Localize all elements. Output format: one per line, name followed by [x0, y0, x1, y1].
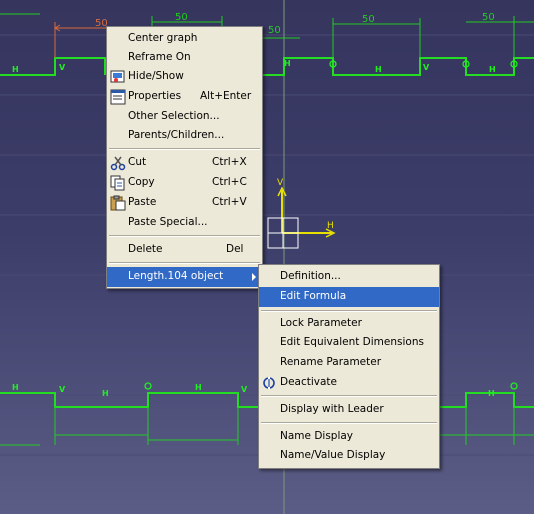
menu-separator [109, 148, 260, 150]
constraint-v: V [241, 385, 248, 394]
menu-separator [261, 422, 437, 424]
constraint-v: V [423, 63, 430, 72]
menu-item-label: Paste [128, 196, 157, 208]
v-axis-label: V [277, 178, 284, 188]
menu-separator [109, 235, 260, 237]
menu-item-label: Properties [128, 90, 182, 102]
menu-item-label: Edit Equivalent Dimensions [280, 336, 424, 348]
menu-item-label: Hide/Show [128, 70, 184, 82]
menu-item-paste-special[interactable]: Paste Special... [107, 213, 262, 233]
menu-item-label: Copy [128, 176, 155, 188]
constraint-h: H [102, 389, 109, 398]
menu-item-label: Definition... [280, 270, 341, 282]
menu-item-cut[interactable]: Cut Ctrl+X [107, 153, 262, 173]
menu-item-label: Cut [128, 156, 147, 168]
menu-separator [109, 262, 260, 264]
menu-separator [261, 395, 437, 397]
constraint-v: V [59, 63, 66, 72]
menu-item-label: Reframe On [128, 51, 191, 63]
constraint-h: H [12, 383, 19, 392]
top-dimensions [0, 13, 534, 60]
menu-item-label: Name/Value Display [280, 449, 386, 461]
constraint-h: H [488, 389, 495, 398]
menu-item-shortcut: Ctrl+C [212, 176, 247, 188]
dimension-label[interactable]: 50 [482, 12, 495, 23]
menu-item-label: Length.104 object [128, 270, 224, 282]
submenu-item-name-display[interactable]: Name Display [259, 427, 439, 447]
hide-show-icon [110, 70, 125, 83]
constraint-v: V [59, 385, 66, 394]
dimension-label[interactable]: 50 [362, 14, 375, 25]
top-profile[interactable] [0, 57, 534, 76]
menu-item-properties[interactable]: Properties Alt+Enter [107, 87, 262, 107]
menu-item-label: Edit Formula [280, 290, 347, 302]
h-axis-label: H [327, 221, 334, 231]
menu-item-label: Display with Leader [280, 403, 384, 415]
dimension-label[interactable]: 50 [268, 25, 281, 36]
properties-icon [110, 89, 126, 105]
object-submenu: Definition... Edit Formula Lock Paramete… [258, 264, 440, 469]
menu-item-label: Lock Parameter [280, 317, 362, 329]
menu-item-label: Delete [128, 243, 163, 255]
menu-item-label: Deactivate [280, 376, 338, 388]
constraint-h: H [195, 383, 202, 392]
submenu-item-lock-parameter[interactable]: Lock Parameter [259, 314, 439, 334]
submenu-item-definition[interactable]: Definition... [259, 267, 439, 287]
submenu-item-display-with-leader[interactable]: Display with Leader [259, 400, 439, 420]
menu-item-shortcut: Alt+Enter [200, 90, 252, 102]
menu-item-label: Other Selection... [128, 110, 220, 122]
menu-item-label: Name Display [280, 430, 354, 442]
deactivate-icon [263, 377, 275, 389]
menu-item-reframe-on[interactable]: Reframe On [107, 48, 262, 68]
context-menu: Center graph Reframe On Hide/Show Proper… [106, 26, 263, 289]
menu-item-copy[interactable]: Copy Ctrl+C [107, 173, 262, 193]
menu-separator [261, 310, 437, 312]
submenu-item-name-value-display[interactable]: Name/Value Display [259, 446, 439, 466]
menu-item-other-selection[interactable]: Other Selection... [107, 107, 262, 127]
copy-icon [110, 175, 125, 191]
menu-item-label: Paste Special... [128, 216, 208, 228]
constraint-h: H [284, 59, 291, 68]
sketch-origin[interactable] [267, 186, 336, 249]
menu-item-shortcut: Ctrl+V [212, 196, 247, 208]
menu-item-shortcut: Ctrl+X [212, 156, 247, 168]
dimension-label[interactable]: 50 [175, 12, 188, 23]
menu-item-parents-children[interactable]: Parents/Children... [107, 126, 262, 146]
menu-item-paste[interactable]: Paste Ctrl+V [107, 193, 262, 213]
menu-item-label: Center graph [128, 32, 198, 44]
submenu-item-edit-equivalent-dimensions[interactable]: Edit Equivalent Dimensions [259, 333, 439, 353]
paste-icon [110, 195, 126, 211]
menu-item-center-graph[interactable]: Center graph [107, 29, 262, 49]
menu-item-hide-show[interactable]: Hide/Show [107, 67, 262, 87]
submenu-arrow-icon [252, 273, 256, 281]
submenu-item-edit-formula[interactable]: Edit Formula [259, 287, 439, 307]
scissors-icon [110, 156, 126, 171]
menu-item-delete[interactable]: Delete Del [107, 240, 262, 260]
menu-item-length-object[interactable]: Length.104 object [107, 267, 262, 287]
menu-item-label: Parents/Children... [128, 129, 225, 141]
submenu-item-rename-parameter[interactable]: Rename Parameter [259, 353, 439, 373]
menu-item-shortcut: Del [226, 243, 244, 255]
constraint-h: H [375, 65, 382, 74]
submenu-item-deactivate[interactable]: Deactivate [259, 373, 439, 393]
constraint-h: H [489, 65, 496, 74]
menu-item-label: Rename Parameter [280, 356, 382, 368]
constraint-h: H [12, 65, 19, 74]
